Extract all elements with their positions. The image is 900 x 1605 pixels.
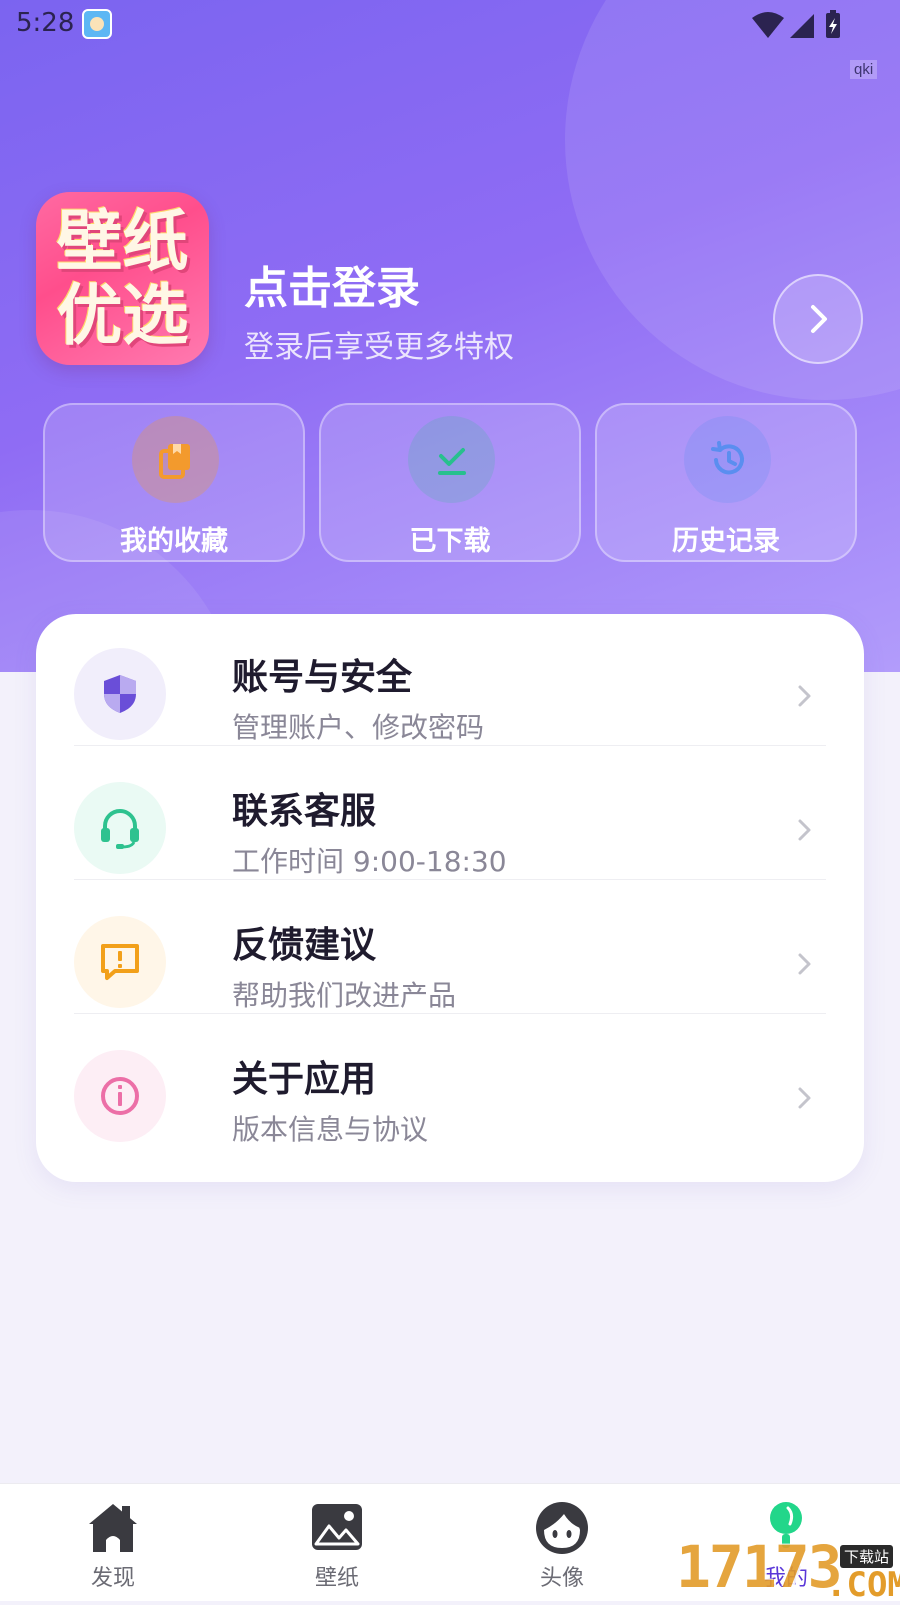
avatar-icon (536, 1502, 588, 1554)
wifi-icon (752, 12, 784, 38)
site-watermark: 17173 下载站 .COM (676, 1533, 900, 1605)
debug-badge: qki (850, 60, 878, 79)
app-avatar-icon (82, 9, 112, 39)
app-logo[interactable]: 壁纸 优选 (36, 192, 209, 365)
menu-item-title: 关于应用 (232, 1059, 377, 1100)
status-bar: 5:28 (0, 0, 900, 48)
nav-tab-wallpaper[interactable]: 壁纸 (272, 1484, 402, 1601)
menu-item-title: 账号与安全 (232, 657, 413, 698)
history-icon (684, 416, 771, 503)
menu-item-title: 联系客服 (232, 791, 377, 832)
chevron-right-icon (798, 819, 811, 841)
quick-action-downloads[interactable]: 已下载 (319, 403, 581, 562)
menu-item-account-security[interactable]: 账号与安全 管理账户、修改密码 (74, 610, 826, 746)
feedback-icon (74, 916, 166, 1008)
quick-action-label: 历史记录 (672, 526, 780, 557)
nav-label: 发现 (90, 1566, 135, 1591)
menu-item-feedback[interactable]: 反馈建议 帮助我们改进产品 (74, 878, 826, 1014)
bookmark-icon (132, 416, 219, 503)
menu-item-subtitle: 帮助我们改进产品 (232, 979, 457, 1012)
watermark-suffix: .COM (826, 1565, 900, 1605)
status-icons (752, 10, 840, 38)
image-icon (312, 1504, 362, 1550)
chevron-right-icon (811, 305, 827, 333)
login-title[interactable]: 点击登录 (244, 252, 420, 316)
chevron-right-icon (798, 953, 811, 975)
menu-item-about[interactable]: 关于应用 版本信息与协议 (74, 1012, 826, 1146)
login-subtitle: 登录后享受更多特权 (244, 330, 514, 365)
quick-action-favorites[interactable]: 我的收藏 (43, 403, 305, 562)
quick-action-label: 已下载 (409, 526, 491, 557)
settings-menu: 账号与安全 管理账户、修改密码 联系客服 工作时间 9:00-18:30 反馈建… (36, 614, 864, 1182)
menu-item-subtitle: 管理账户、修改密码 (232, 711, 485, 744)
menu-item-subtitle: 版本信息与协议 (232, 1113, 429, 1146)
watermark-number: 17173 (676, 1533, 843, 1601)
home-icon (89, 1504, 137, 1552)
headset-icon (74, 782, 166, 874)
logo-text-line2: 优选 (56, 276, 189, 354)
menu-item-title: 反馈建议 (232, 925, 377, 966)
quick-action-history[interactable]: 历史记录 (595, 403, 857, 562)
nav-label: 头像 (539, 1566, 584, 1591)
signal-icon (790, 14, 814, 38)
info-icon (74, 1050, 166, 1142)
menu-item-contact-support[interactable]: 联系客服 工作时间 9:00-18:30 (74, 744, 826, 880)
download-icon (408, 416, 495, 503)
login-arrow-button[interactable] (773, 274, 863, 364)
battery-icon (826, 10, 840, 38)
nav-label: 壁纸 (314, 1566, 359, 1591)
chevron-right-icon (798, 685, 811, 707)
status-time: 5:28 (16, 8, 75, 38)
nav-tab-discover[interactable]: 发现 (48, 1484, 178, 1601)
quick-action-label: 我的收藏 (120, 526, 228, 557)
chevron-right-icon (798, 1087, 811, 1109)
shield-icon (74, 648, 166, 740)
logo-text-line1: 壁纸 (56, 202, 189, 280)
menu-item-subtitle: 工作时间 9:00-18:30 (232, 845, 507, 878)
nav-tab-avatar[interactable]: 头像 (497, 1484, 627, 1601)
